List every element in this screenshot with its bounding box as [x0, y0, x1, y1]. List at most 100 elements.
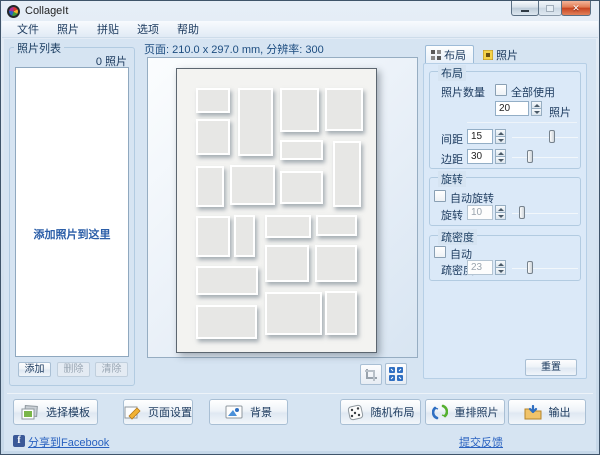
spacing-slider-thumb[interactable] [549, 130, 555, 143]
photo-placeholder[interactable] [265, 245, 309, 282]
add-photos-button[interactable]: 添加 [18, 362, 51, 377]
density-slider[interactable] [512, 261, 578, 275]
dice-icon [347, 404, 364, 421]
spacing-slider[interactable] [512, 130, 578, 144]
app-logo-icon [7, 5, 20, 18]
rotation-slider-thumb[interactable] [519, 206, 525, 219]
collage-page [176, 68, 377, 353]
photo-list[interactable]: 添加照片到这里 [15, 67, 129, 357]
photo-placeholder[interactable] [325, 291, 357, 335]
density-group-title: 疏密度 [438, 229, 477, 245]
tab-photo[interactable]: 照片 [477, 45, 526, 64]
photo-count-setting-label: 照片数量 [441, 84, 485, 100]
reset-button[interactable]: 重置 [525, 359, 577, 376]
close-icon: ✕ [572, 3, 580, 14]
random-layout-button[interactable]: 随机布局 [340, 399, 421, 425]
menu-collage[interactable]: 拼贴 [88, 20, 128, 38]
photo-placeholder[interactable] [333, 141, 361, 207]
background-label: 背景 [250, 404, 272, 420]
photo-count-spinner[interactable] [531, 101, 542, 116]
window-title: CollageIt [25, 5, 68, 17]
maximize-icon [546, 5, 554, 12]
menu-help[interactable]: 帮助 [168, 20, 208, 38]
use-all-checkbox[interactable] [495, 84, 507, 96]
rotation-slider[interactable] [512, 206, 578, 220]
page-setup-label: 页面设置 [148, 404, 192, 420]
menu-photo[interactable]: 照片 [48, 20, 88, 38]
photo-placeholder[interactable] [316, 215, 357, 236]
export-button[interactable]: 输出 [508, 399, 586, 425]
photo-placeholder[interactable] [238, 88, 273, 156]
settings-tabs: 布局 照片 [425, 45, 529, 64]
template-icon [21, 405, 39, 420]
clear-photos-button[interactable]: 清除 [95, 362, 128, 377]
density-slider-thumb[interactable] [527, 261, 533, 274]
auto-rotate-label: 自动旋转 [450, 190, 494, 206]
photo-placeholder[interactable] [265, 292, 322, 335]
photo-placeholder[interactable] [234, 215, 255, 257]
menu-file[interactable]: 文件 [8, 20, 48, 38]
spacing-input[interactable]: 15 [467, 129, 493, 144]
menu-options[interactable]: 选项 [128, 20, 168, 38]
select-template-button[interactable]: 选择模板 [13, 399, 98, 425]
feedback-link[interactable]: 提交反馈 [459, 434, 503, 450]
margin-slider[interactable] [512, 150, 578, 164]
photo-placeholder[interactable] [196, 119, 230, 155]
tab-layout-label: 布局 [444, 47, 466, 63]
rotation-spinner[interactable] [495, 205, 506, 220]
spacing-label: 间距 [441, 131, 463, 147]
photo-placeholder[interactable] [280, 171, 323, 204]
margin-input[interactable]: 30 [467, 149, 493, 164]
spacing-spinner[interactable] [495, 129, 506, 144]
rotation-input[interactable]: 10 [467, 205, 493, 220]
photo-count-input[interactable]: 20 [495, 101, 529, 116]
photo-placeholder[interactable] [196, 88, 230, 113]
photo-placeholder[interactable] [230, 165, 275, 205]
maximize-button[interactable] [538, 1, 562, 16]
density-spinner[interactable] [495, 260, 506, 275]
density-input[interactable]: 23 [467, 260, 493, 275]
refresh-icon [432, 404, 448, 420]
rotation-group-title: 旋转 [438, 171, 466, 187]
select-template-label: 选择模板 [46, 404, 90, 420]
empty-list-hint: 添加照片到这里 [16, 226, 128, 242]
margin-spinner[interactable] [495, 149, 506, 164]
facebook-icon: f [13, 435, 25, 447]
rotation-label: 旋转 [441, 207, 463, 223]
photo-placeholder[interactable] [265, 215, 311, 238]
photo-placeholder[interactable] [280, 140, 323, 160]
photo-placeholder[interactable] [315, 245, 357, 282]
photo-placeholder[interactable] [325, 88, 363, 131]
crop-button[interactable] [360, 364, 382, 385]
page-setup-button[interactable]: 页面设置 [123, 399, 193, 425]
page-info: 页面: 210.0 x 297.0 mm, 分辨率: 300 [144, 41, 324, 57]
remove-photo-button[interactable]: 删除 [57, 362, 90, 377]
photo-placeholder[interactable] [196, 266, 258, 295]
minimize-icon [521, 10, 529, 12]
close-button[interactable]: ✕ [561, 1, 591, 16]
title-bar: CollageIt ✕ [1, 1, 599, 21]
photo-placeholder[interactable] [196, 216, 230, 257]
auto-density-checkbox[interactable] [434, 246, 446, 258]
margin-slider-thumb[interactable] [527, 150, 533, 163]
photo-placeholder[interactable] [196, 305, 257, 339]
crop-icon [364, 368, 378, 382]
tab-layout[interactable]: 布局 [425, 45, 474, 64]
minimize-button[interactable] [511, 1, 539, 16]
fit-page-icon [389, 367, 403, 381]
export-icon [524, 405, 542, 420]
menu-bar: 文件 照片 拼贴 选项 帮助 [2, 21, 598, 38]
toolbar-separator [7, 393, 593, 394]
photo-list-title: 照片列表 [14, 40, 64, 56]
auto-rotate-checkbox[interactable] [434, 190, 446, 202]
margin-label: 边距 [441, 151, 463, 167]
photo-count-unit: 照片 [549, 104, 571, 120]
share-facebook-link[interactable]: 分享到Facebook [28, 434, 109, 450]
fit-page-button[interactable] [385, 363, 407, 385]
rearrange-photos-button[interactable]: 重排照片 [425, 399, 505, 425]
background-button[interactable]: 背景 [209, 399, 288, 425]
rearrange-photos-label: 重排照片 [455, 404, 499, 420]
photo-placeholder[interactable] [280, 88, 319, 132]
photo-placeholder[interactable] [196, 166, 224, 207]
background-icon [225, 405, 243, 419]
